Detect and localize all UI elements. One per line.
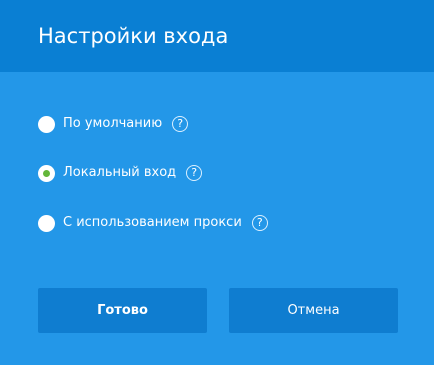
radio-default[interactable] [38,115,55,133]
help-icon[interactable]: ? [172,116,189,132]
radio-local-login[interactable] [38,164,55,182]
cancel-button[interactable]: Отмена [229,288,398,333]
radio-proxy[interactable] [38,214,55,232]
login-settings-dialog: Настройки входа По умолчанию ? Локальный… [0,0,434,365]
option-default-label: По умолчанию [63,116,163,131]
dialog-header: Настройки входа [0,0,434,72]
option-local-login[interactable]: Локальный вход ? [38,161,203,185]
done-button[interactable]: Готово [38,288,207,333]
help-icon[interactable]: ? [251,215,268,231]
option-proxy-label: С использованием прокси [63,215,242,230]
option-proxy[interactable]: С использованием прокси ? [38,211,268,235]
dialog-title: Настройки входа [38,24,229,48]
help-icon[interactable]: ? [186,165,203,181]
option-default[interactable]: По умолчанию ? [38,112,189,136]
radio-selected-dot [43,169,50,177]
option-local-login-label: Локальный вход [63,165,177,180]
